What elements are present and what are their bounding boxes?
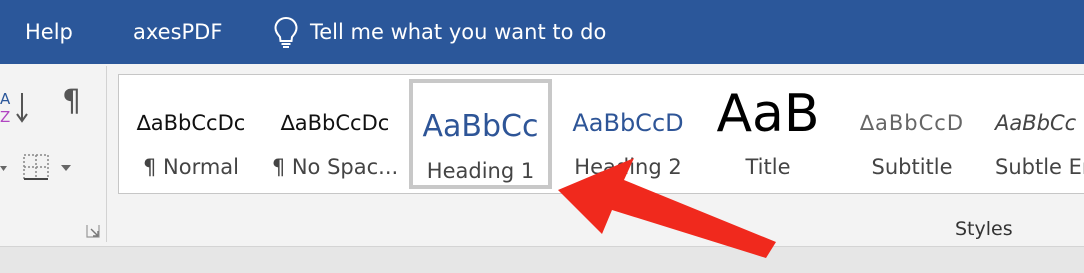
svg-text:A: A	[0, 90, 11, 108]
tell-me-search[interactable]: Tell me what you want to do	[310, 0, 606, 64]
style-name: Heading 1	[426, 159, 535, 183]
style-preview: AaB	[716, 84, 820, 144]
shading-caret-icon[interactable]	[0, 166, 8, 172]
sort-az-icon[interactable]: A Z	[0, 90, 34, 126]
style-preview: AaBbCcD	[572, 109, 684, 137]
group-divider	[106, 66, 107, 242]
red-arrow-icon	[558, 158, 776, 258]
style-heading-1[interactable]: AaBbCc Heading 1	[409, 79, 552, 189]
pilcrow-icon[interactable]: ¶	[62, 84, 81, 119]
ribbon-bottom-strip	[0, 246, 1084, 273]
lightbulb-icon[interactable]	[273, 16, 299, 48]
menu-help[interactable]: Help	[25, 0, 73, 64]
style-subtitle[interactable]: ∆aBbCcD Subtitle	[839, 75, 985, 193]
style-preview: AaBbCc	[995, 111, 1077, 135]
borders-icon[interactable]	[22, 153, 50, 181]
style-subtle-emphasis[interactable]: AaBbCc Subtle Em	[987, 75, 1084, 193]
style-preview: ∆aBbCcDc	[136, 111, 246, 135]
style-no-spacing[interactable]: ∆aBbCcDc ¶ No Spac...	[263, 75, 407, 193]
style-name: Subtitle	[871, 155, 953, 179]
style-name: Subtle Em	[995, 155, 1084, 179]
style-normal[interactable]: ∆aBbCcDc ¶ Normal	[119, 75, 263, 193]
borders-dropdown-icon[interactable]	[60, 164, 72, 172]
dialog-launcher-icon[interactable]	[86, 224, 100, 238]
style-preview: ∆aBbCcD	[859, 111, 965, 135]
menu-bar: Help axesPDF Tell me what you want to do	[0, 0, 1084, 64]
styles-group-label: Styles	[955, 218, 1013, 240]
style-name: ¶ Normal	[142, 155, 240, 179]
style-name: ¶ No Spac...	[271, 155, 399, 179]
svg-text:Z: Z	[0, 108, 10, 126]
style-preview: ∆aBbCcDc	[280, 111, 390, 135]
style-preview: AaBbCc	[422, 109, 539, 144]
menu-axespdf[interactable]: axesPDF	[133, 0, 222, 64]
